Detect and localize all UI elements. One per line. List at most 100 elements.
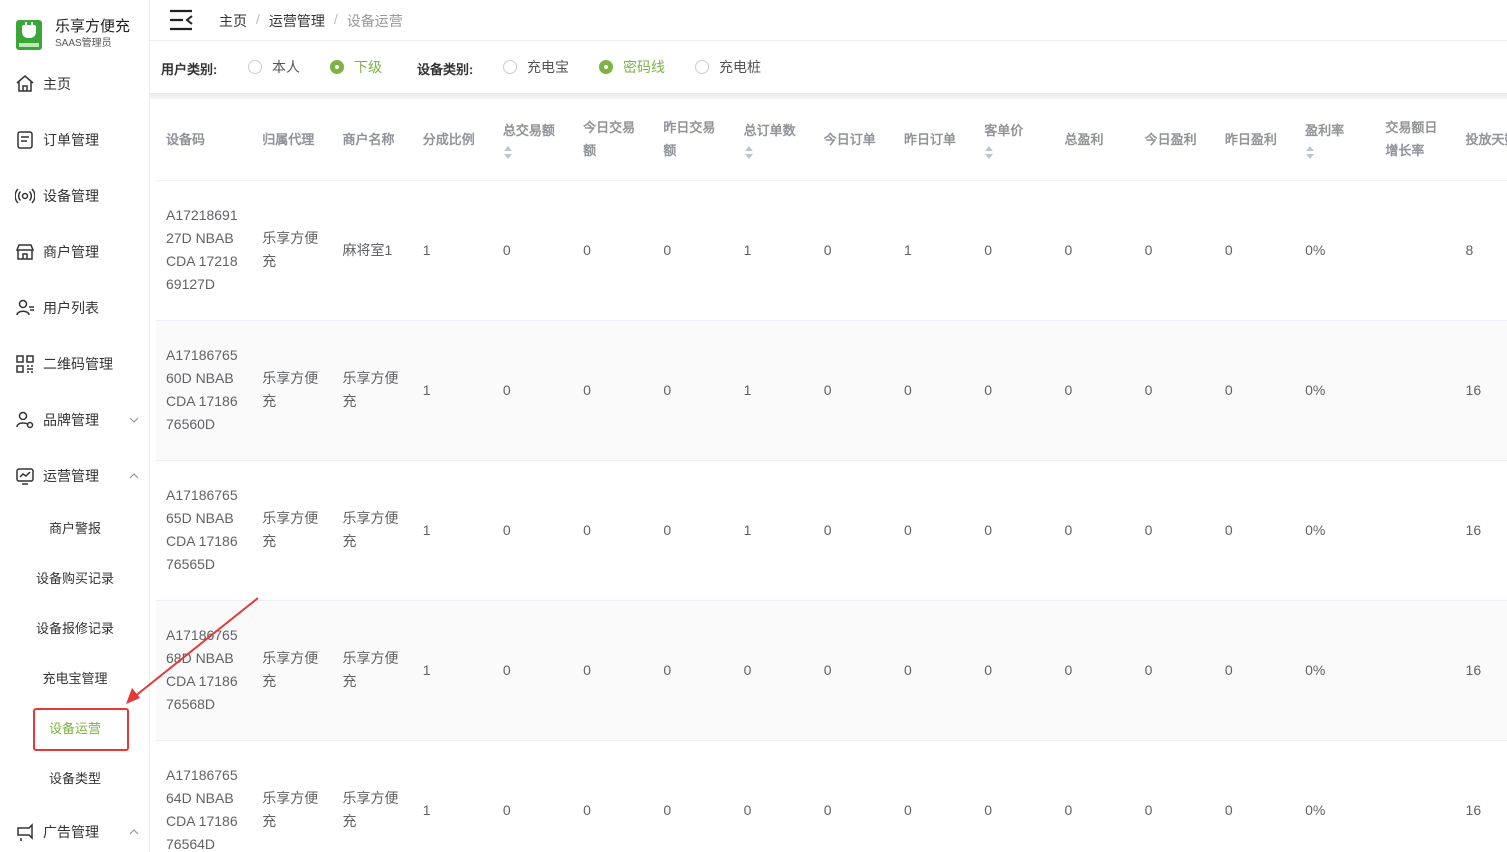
table-cell: 1 <box>733 320 814 461</box>
table-cell: 0 <box>1214 460 1296 601</box>
table-cell: 0 <box>1054 320 1135 461</box>
chevron-up-icon <box>129 829 139 835</box>
sidebar-item-operations[interactable]: 运营管理 <box>0 458 149 494</box>
order-icon <box>17 131 33 149</box>
column-header[interactable]: 盈利率 <box>1295 99 1376 181</box>
column-header: 昨日交易额 <box>653 99 734 181</box>
radio-label: 密码线 <box>623 59 665 75</box>
sidebar-item-qrcode[interactable]: 二维码管理 <box>0 346 149 382</box>
column-header: 今日盈利 <box>1134 99 1215 181</box>
column-header-label: 今日盈利 <box>1144 131 1197 147</box>
sidebar-subitem-repair-records[interactable]: 设备报修记录 <box>0 611 149 647</box>
table-cell: 0 <box>1134 740 1215 852</box>
table-cell: 0 <box>1134 320 1215 461</box>
radio-user-self[interactable]: 本人 <box>248 57 300 77</box>
table-cell: 0 <box>653 600 734 741</box>
table-cell: 0 <box>1054 460 1135 601</box>
sidebar-item-home[interactable]: 主页 <box>0 66 149 102</box>
table-cell: 0 <box>653 740 734 852</box>
column-header[interactable]: 客单价 <box>974 99 1055 181</box>
sidebar-item-user-list[interactable]: 用户列表 <box>0 290 149 326</box>
sort-icon[interactable] <box>984 145 994 160</box>
column-header[interactable]: 总交易额 <box>492 99 574 181</box>
column-header: 今日交易额 <box>573 99 654 181</box>
breadcrumb-section[interactable]: 运营管理 <box>269 11 325 31</box>
column-header-label: 昨日订单 <box>904 131 957 147</box>
table-cell: 1 <box>894 180 975 321</box>
table-row[interactable]: A1718676564D NBABCDA 1718676564D 乐享方便充 乐享方… <box>156 740 1507 852</box>
table-cell: 乐享方便充 <box>332 600 413 741</box>
column-header-label: 归属代理 <box>262 131 315 147</box>
table-cell: A1718676568D NBABCDA 1718676568D <box>156 600 253 741</box>
radio-indicator <box>248 60 262 74</box>
radio-device-charging-pile[interactable]: 充电桩 <box>695 57 761 77</box>
sort-icon[interactable] <box>503 145 513 160</box>
column-header-label: 昨日交易额 <box>663 120 716 159</box>
sidebar-item-merchants[interactable]: 商户管理 <box>0 234 149 270</box>
sidebar-item-ads[interactable]: 广告管理 <box>0 814 149 850</box>
table-cell: 8 <box>1455 180 1507 321</box>
column-header: 总盈利 <box>1054 99 1135 181</box>
radio-user-subordinate[interactable]: 下级 <box>330 57 382 77</box>
sidebar-subitem-powerbank[interactable]: 充电宝管理 <box>0 661 149 697</box>
column-header-label: 交易额日增长率 <box>1385 120 1438 159</box>
table-cell: 0 <box>974 180 1055 321</box>
table-row[interactable]: A1718676568D NBABCDA 1718676568D 乐享方便充 乐享方… <box>156 600 1507 741</box>
table-cell: 0 <box>1054 180 1135 321</box>
sidebar-subitem-merchant-alert[interactable]: 商户警报 <box>0 511 149 547</box>
brand-subtitle: SAAS管理员 <box>55 38 112 49</box>
breadcrumb-home[interactable]: 主页 <box>219 11 247 31</box>
column-header: 今日订单 <box>813 99 895 181</box>
radio-label: 充电宝 <box>527 59 569 75</box>
sidebar-item-label: 订单管理 <box>43 132 99 148</box>
sort-icon[interactable] <box>744 145 754 160</box>
device-type-label: 设备类别: <box>417 62 474 77</box>
radio-label: 本人 <box>272 59 300 75</box>
menu-toggle-icon[interactable] <box>168 8 194 32</box>
qrcode-icon <box>16 355 34 373</box>
sidebar-item-devices[interactable]: 设备管理 <box>0 178 149 214</box>
table-row[interactable]: A1721869127D NBABCDA 1721869127D 乐享方便充 麻将室… <box>156 180 1507 321</box>
column-header: 昨日订单 <box>894 99 975 181</box>
table-cell: 0 <box>974 320 1055 461</box>
table-cell: 0 <box>573 600 654 741</box>
table-cell: 16 <box>1455 740 1507 852</box>
table-cell: 乐享方便充 <box>332 740 413 852</box>
column-header-label: 总盈利 <box>1064 131 1104 147</box>
sidebar-item-orders[interactable]: 订单管理 <box>0 122 149 158</box>
column-header: 分成比例 <box>412 99 493 181</box>
sort-icon[interactable] <box>1305 145 1315 160</box>
table-cell: 0 <box>813 320 895 461</box>
sidebar-subitem-purchase-records[interactable]: 设备购买记录 <box>0 561 149 597</box>
sidebar-item-label: 运营管理 <box>43 468 99 484</box>
table-cell: 乐享方便充 <box>252 460 333 601</box>
radio-device-password-cable[interactable]: 密码线 <box>599 57 665 77</box>
table-cell: 0 <box>573 460 654 601</box>
table-cell: 1 <box>733 460 814 601</box>
user-type-label: 用户类别: <box>161 62 218 77</box>
column-header: 归属代理 <box>252 99 333 181</box>
table-cell <box>1375 740 1456 852</box>
chevron-down-icon <box>129 417 139 423</box>
table-cell: 乐享方便充 <box>332 320 413 461</box>
sidebar-item-label: 设备管理 <box>43 188 99 204</box>
operation-icon <box>16 468 34 485</box>
sidebar-item-brand[interactable]: 品牌管理 <box>0 402 149 438</box>
table-cell: 0 <box>1134 600 1215 741</box>
sidebar-subitem-device-type[interactable]: 设备类型 <box>0 761 149 797</box>
table-cell: 1 <box>412 460 493 601</box>
column-header: 昨日盈利 <box>1214 99 1296 181</box>
table-cell: 乐享方便充 <box>252 180 333 321</box>
column-header-label: 总交易额 <box>502 122 555 138</box>
table-row[interactable]: A1718676560D NBABCDA 1718676560D 乐享方便充 乐享方… <box>156 320 1507 461</box>
table-cell <box>1375 600 1456 741</box>
radio-device-powerbank[interactable]: 充电宝 <box>503 57 569 77</box>
table-cell: A1718676565D NBABCDA 1718676565D <box>156 460 253 601</box>
table-cell: 0 <box>974 740 1055 852</box>
column-header-label: 设备码 <box>166 131 206 147</box>
table-cell: 0 <box>1214 600 1296 741</box>
column-header[interactable]: 总订单数 <box>733 99 814 181</box>
table-row[interactable]: A1718676565D NBABCDA 1718676565D 乐享方便充 乐享方… <box>156 460 1507 601</box>
user-list-icon <box>16 299 34 316</box>
table-cell: 1 <box>412 600 493 741</box>
